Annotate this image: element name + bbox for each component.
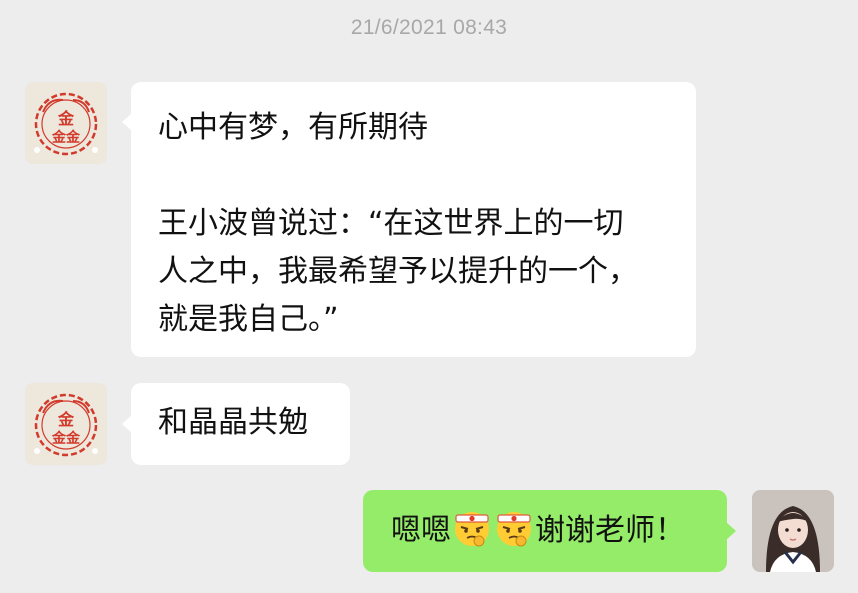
girl-photo-avatar-icon: [752, 490, 834, 572]
message-bubble-outgoing[interactable]: 嗯嗯 谢谢老师！: [363, 490, 736, 572]
message-text: 和晶晶共勉: [158, 405, 308, 440]
message-text: 嗯嗯 谢谢老师！: [391, 506, 727, 555]
message-text-line: 王小波曾说过：“在这世界上的一切: [158, 206, 624, 241]
bubble-tail: [122, 415, 132, 433]
red-seal-avatar-icon: 金 金金: [25, 383, 107, 465]
message-bubble-incoming[interactable]: 心中有梦，有所期待 王小波曾说过：“在这世界上的一切 人之中，我最希望予以提升的…: [122, 82, 696, 357]
bubble-tail: [726, 522, 736, 540]
message-text-line: 心中有梦，有所期待: [158, 110, 428, 145]
svg-text:金金: 金金: [51, 129, 81, 146]
determined-face-emoji-icon: [493, 506, 535, 548]
my-avatar[interactable]: [752, 490, 834, 572]
message-text-line: 人之中，我最希望予以提升的一个，: [158, 254, 638, 289]
message-text-before: 嗯嗯: [391, 513, 451, 548]
teacher-avatar[interactable]: 金 金金: [25, 82, 107, 164]
teacher-avatar[interactable]: 金 金金: [25, 383, 107, 465]
message-timestamp: 21/6/2021 08:43: [350, 16, 508, 39]
message-bubble-incoming[interactable]: 和晶晶共勉: [122, 383, 350, 465]
svg-text:金: 金: [57, 109, 75, 128]
message-text-after: 谢谢老师！: [535, 513, 685, 548]
red-seal-avatar-icon: 金 金金: [25, 82, 107, 164]
svg-text:金金: 金金: [51, 430, 81, 447]
determined-face-emoji-icon: [451, 506, 493, 548]
svg-text:金: 金: [57, 410, 75, 429]
message-text-line: 就是我自己。”: [158, 302, 339, 337]
bubble-tail: [122, 113, 132, 131]
